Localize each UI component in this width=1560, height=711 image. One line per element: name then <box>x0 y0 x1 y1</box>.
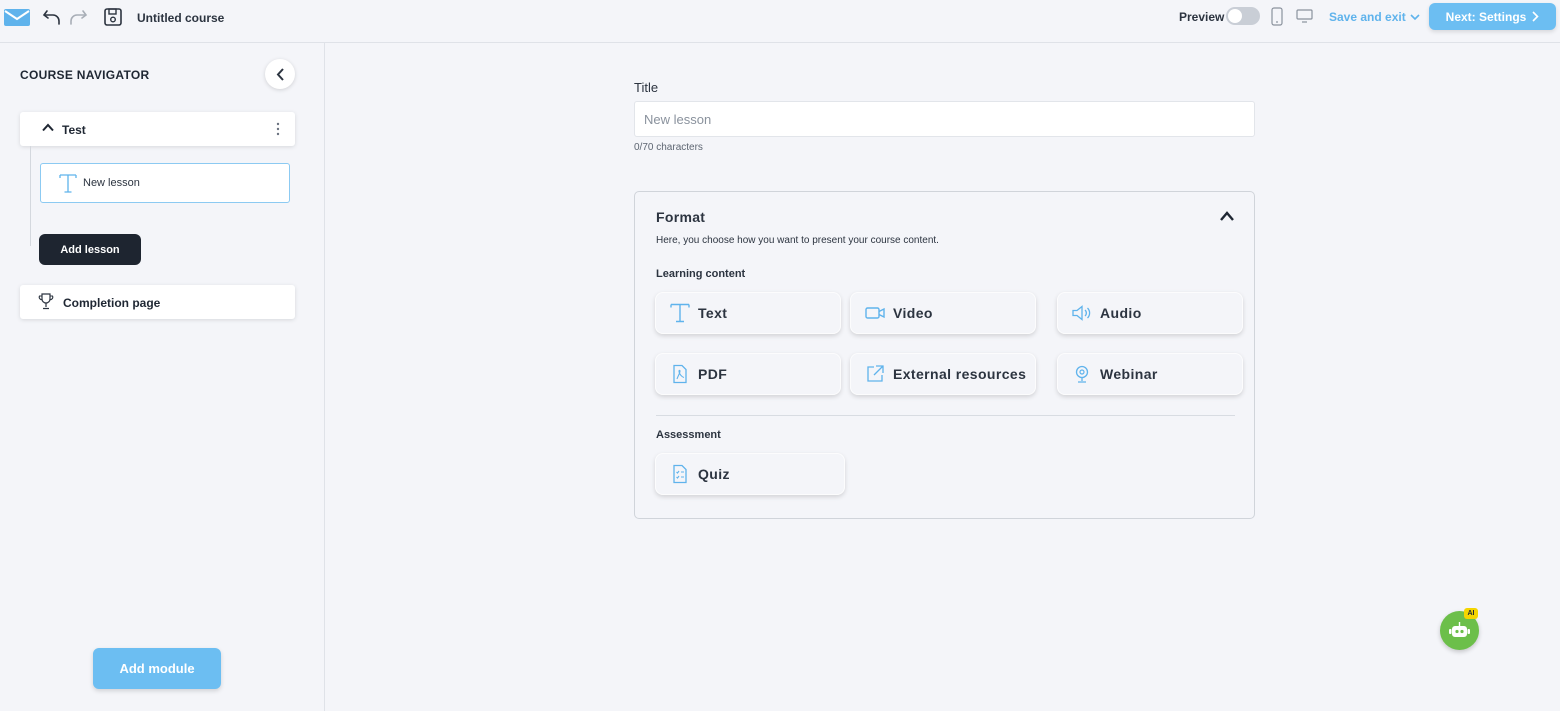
format-option-quiz[interactable]: Quiz <box>655 453 845 495</box>
webinar-icon <box>1075 365 1089 383</box>
lesson-item[interactable]: New lesson <box>40 163 290 203</box>
save-icon[interactable] <box>103 7 123 27</box>
format-option-audio[interactable]: Audio <box>1057 292 1243 334</box>
quiz-icon <box>673 464 687 484</box>
preview-label: Preview <box>1179 10 1225 24</box>
video-icon <box>865 307 885 319</box>
external-link-icon <box>867 365 884 382</box>
divider <box>656 415 1235 416</box>
chevron-up-icon[interactable] <box>1219 210 1235 222</box>
format-option-label: Video <box>893 305 933 321</box>
format-option-label: Text <box>698 305 728 321</box>
format-title: Format <box>656 209 706 225</box>
undo-icon[interactable] <box>42 7 62 27</box>
text-icon <box>670 303 690 323</box>
module-name: Test <box>62 123 86 137</box>
format-option-webinar[interactable]: Webinar <box>1057 353 1243 395</box>
format-option-label: Webinar <box>1100 366 1158 382</box>
completion-page-item[interactable]: Completion page <box>20 285 295 319</box>
course-navigator-title: COURSE NAVIGATOR <box>20 68 150 82</box>
save-and-exit-button[interactable]: Save and exit <box>1329 10 1420 24</box>
pdf-icon <box>673 364 687 384</box>
ai-badge: AI <box>1464 608 1478 619</box>
learning-content-label: Learning content <box>656 268 746 280</box>
next-settings-button[interactable]: Next: Settings <box>1429 3 1556 30</box>
redo-icon[interactable] <box>68 7 88 27</box>
character-count: 0/70 characters <box>634 142 703 153</box>
format-option-label: Quiz <box>698 466 730 482</box>
module-item[interactable]: Test <box>20 112 295 146</box>
audio-icon <box>1072 305 1091 321</box>
top-bar: Untitled course Preview Save and exit Ne… <box>0 0 1560 43</box>
format-description: Here, you choose how you want to present… <box>656 235 939 246</box>
tree-connector <box>30 146 31 246</box>
add-lesson-button[interactable]: Add lesson <box>39 234 141 265</box>
title-label: Title <box>634 80 659 95</box>
chevron-left-icon <box>276 67 284 81</box>
title-input[interactable] <box>634 101 1255 137</box>
desktop-view-icon[interactable] <box>1296 9 1313 23</box>
format-panel: Format Here, you choose how you want to … <box>634 191 1255 519</box>
trophy-icon <box>38 293 54 310</box>
mobile-view-icon[interactable] <box>1271 7 1283 26</box>
more-options-icon[interactable] <box>274 121 282 137</box>
format-option-text[interactable]: Text <box>655 292 841 334</box>
chevron-down-icon <box>1410 13 1420 20</box>
mail-logo-icon[interactable] <box>4 9 30 26</box>
format-option-video[interactable]: Video <box>850 292 1036 334</box>
chevron-right-icon <box>1532 11 1539 22</box>
collapse-sidebar-button[interactable] <box>265 59 295 89</box>
course-navigator-sidebar: COURSE NAVIGATOR Test New lesson Add les… <box>0 43 325 711</box>
toggle-knob <box>1228 9 1242 23</box>
assessment-label: Assessment <box>656 429 721 441</box>
course-title[interactable]: Untitled course <box>137 11 224 25</box>
lesson-name: New lesson <box>83 177 140 189</box>
ai-assistant-button[interactable]: AI <box>1440 608 1479 650</box>
format-option-pdf[interactable]: PDF <box>655 353 841 395</box>
text-lesson-icon <box>59 174 77 193</box>
preview-toggle[interactable] <box>1226 7 1260 25</box>
format-option-label: External resources <box>893 366 1027 382</box>
completion-page-label: Completion page <box>63 296 161 310</box>
add-module-button[interactable]: Add module <box>93 648 221 689</box>
format-option-label: PDF <box>698 366 728 382</box>
chevron-up-icon[interactable] <box>42 123 54 132</box>
save-and-exit-label: Save and exit <box>1329 10 1406 24</box>
next-settings-label: Next: Settings <box>1445 9 1527 24</box>
robot-icon <box>1449 622 1470 637</box>
format-option-external-resources[interactable]: External resources <box>850 353 1036 395</box>
format-option-label: Audio <box>1100 305 1142 321</box>
